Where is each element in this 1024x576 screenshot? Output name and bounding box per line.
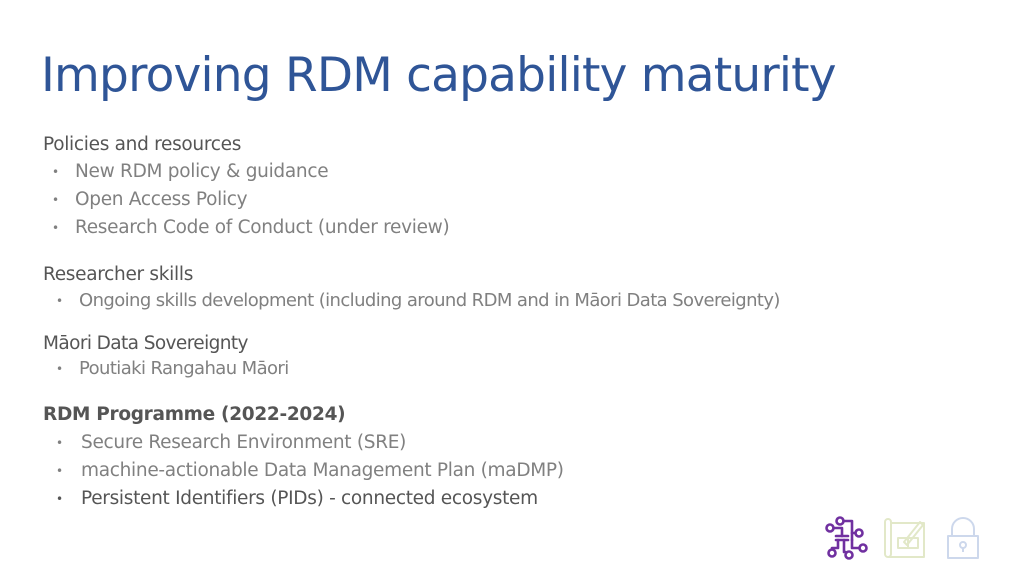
bullet-icon: • xyxy=(56,464,63,478)
list-item: • Poutiaki Rangahau Māori xyxy=(43,356,289,382)
bullet-list: • Poutiaki Rangahau Māori xyxy=(43,356,289,382)
section-policies: Policies and resources • New RDM policy &… xyxy=(43,132,450,242)
bullet-icon: • xyxy=(52,221,59,235)
bullet-icon: • xyxy=(52,165,59,179)
section-researcher-skills: Researcher skills • Ongoing skills develo… xyxy=(43,262,780,314)
bullet-list: • Ongoing skills development (including a… xyxy=(43,288,780,314)
section-maori-data-sovereignty: Māori Data Sovereignty • Poutiaki Rangaha… xyxy=(43,332,289,382)
section-heading: RDM Programme (2022-2024) xyxy=(43,404,346,425)
padlock-icon xyxy=(947,517,979,559)
section-rdm-programme: RDM Programme (2022-2024) • Secure Resear… xyxy=(43,401,564,513)
bullet-list: • New RDM policy & guidance • Open Access … xyxy=(43,158,450,242)
list-item: • Open Access Policy xyxy=(43,186,449,214)
list-item: • Secure Research Environment (SRE) xyxy=(43,429,564,457)
list-item: • New RDM policy & guidance xyxy=(43,158,449,186)
list-item: • machine-actionable Data Management Plan… xyxy=(43,457,564,485)
bullet-icon: • xyxy=(56,436,63,450)
list-item: • Persistent Identifiers (PIDs) - connect… xyxy=(43,485,564,513)
bullet-icon: • xyxy=(56,362,63,376)
bullet-icon: • xyxy=(56,294,63,308)
icon-row xyxy=(824,516,986,560)
blueprint-icon xyxy=(884,518,925,558)
section-heading: Policies and resources xyxy=(43,134,242,155)
section-heading: Māori Data Sovereignty xyxy=(43,333,248,354)
list-item: • Research Code of Conduct (under review) xyxy=(43,214,450,242)
slide-title: Improving RDM capability maturity xyxy=(41,48,837,103)
bullet-icon: • xyxy=(56,492,63,506)
section-heading: Researcher skills xyxy=(43,264,194,285)
bullet-icon: • xyxy=(52,193,59,207)
network-icon xyxy=(825,516,868,560)
list-item: • Ongoing skills development (including a… xyxy=(43,288,780,314)
bullet-list: • Secure Research Environment (SRE) • mach… xyxy=(43,429,564,513)
